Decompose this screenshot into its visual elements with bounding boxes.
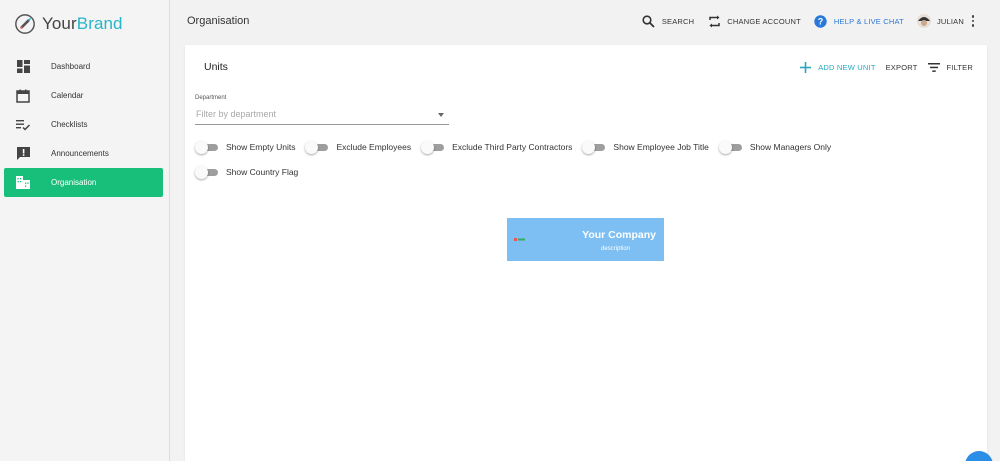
svg-text:?: ?: [818, 16, 824, 26]
add-new-unit-label: ADD NEW UNIT: [818, 62, 876, 72]
filter-button[interactable]: FILTER: [927, 61, 973, 73]
toggle-label: Show Employee Job Title: [613, 142, 709, 152]
change-account-button[interactable]: CHANGE ACCOUNT: [707, 14, 801, 28]
search-button[interactable]: SEARCH: [642, 14, 694, 28]
toggle-switch[interactable]: [195, 166, 218, 179]
filter-icon: [927, 61, 940, 73]
help-chat-button[interactable]: ? HELP & LIVE CHAT: [814, 14, 904, 28]
toggle-show-country-flag[interactable]: Show Country Flag: [195, 166, 299, 179]
dropdown-arrow-icon: [438, 113, 444, 117]
announcement-icon: [15, 146, 31, 162]
toggle-label: Show Empty Units: [226, 142, 296, 152]
toggle-switch[interactable]: [305, 141, 329, 154]
toggle-switch[interactable]: [195, 141, 218, 154]
toggle-label: Show Country Flag: [226, 167, 299, 177]
avatar: [916, 14, 931, 28]
sidebar-item-checklists[interactable]: Checklists: [4, 110, 163, 139]
toggle-label: Exclude Third Party Contractors: [452, 142, 573, 152]
export-label: EXPORT: [885, 62, 918, 72]
units-actions: ADD NEW UNIT EXPORT FILTER: [789, 61, 973, 73]
sidebar-item-label: Calendar: [51, 91, 84, 100]
page-title: Organisation: [187, 15, 250, 27]
brand-logo[interactable]: YourBrand: [0, 0, 169, 48]
company-name: Your Company: [582, 229, 656, 241]
department-placeholder: Filter by department: [196, 109, 277, 119]
units-title: Units: [204, 61, 228, 73]
brand-name-part1: Your: [42, 14, 77, 33]
company-description: description: [601, 246, 631, 252]
sidebar-item-label: Announcements: [51, 149, 109, 158]
toggle-show-empty-units[interactable]: Show Empty Units: [195, 141, 296, 154]
export-button[interactable]: EXPORT: [886, 63, 918, 72]
units-card: Units ADD NEW UNIT EXPORT FILTER Departm…: [185, 45, 987, 461]
sidebar-item-label: Dashboard: [51, 62, 91, 71]
building-icon: [15, 175, 31, 191]
toggle-label: Exclude Employees: [336, 142, 412, 152]
org-chart-node[interactable]: Your Company description: [507, 218, 664, 261]
toggle-switch[interactable]: [718, 141, 742, 154]
more-options-icon[interactable]: [970, 14, 976, 28]
toggle-switch[interactable]: [421, 141, 445, 154]
change-account-label: CHANGE ACCOUNT: [727, 16, 801, 26]
department-label: Department: [195, 95, 227, 101]
toggle-switch[interactable]: [582, 141, 606, 154]
brand-name: YourBrand: [42, 14, 123, 34]
dashboard-icon: [15, 59, 31, 75]
sidebar-item-label: Organisation: [51, 178, 97, 187]
sidebar-item-announcements[interactable]: Announcements: [4, 139, 163, 168]
checklist-icon: [15, 117, 31, 133]
toggle-row: Show Empty Units Exclude Employees Exclu…: [195, 139, 895, 155]
sidebar-item-dashboard[interactable]: Dashboard: [4, 52, 163, 81]
help-icon: ?: [814, 14, 828, 28]
toggle-row: Show Country Flag: [195, 164, 895, 180]
add-new-unit-button[interactable]: ADD NEW UNIT: [799, 61, 875, 73]
search-label: SEARCH: [661, 16, 695, 26]
sidebar-item-calendar[interactable]: Calendar: [4, 81, 163, 110]
search-icon: [642, 14, 656, 28]
sidebar: YourBrand Dashboard Calendar Checklists …: [0, 0, 170, 461]
toggle-exclude-employees[interactable]: Exclude Employees: [305, 141, 412, 154]
department-select[interactable]: Filter by department: [195, 105, 449, 125]
sidebar-nav: Dashboard Calendar Checklists Announceme…: [0, 52, 169, 197]
swap-icon: [707, 14, 721, 28]
toggle-show-managers-only[interactable]: Show Managers Only: [718, 141, 832, 154]
top-actions: SEARCH CHANGE ACCOUNT ? HELP & LIVE CHAT…: [629, 0, 976, 42]
sidebar-item-organisation[interactable]: Organisation: [4, 168, 163, 197]
company-logo-icon: [514, 237, 526, 242]
top-bar: Organisation SEARCH CHANGE ACCOUNT ? HEL…: [170, 0, 1000, 42]
help-chat-label: HELP & LIVE CHAT: [833, 16, 904, 26]
sidebar-item-label: Checklists: [51, 120, 88, 129]
plus-icon: [799, 61, 811, 73]
toggle-label: Show Managers Only: [749, 142, 832, 152]
toggle-options: Show Empty Units Exclude Employees Exclu…: [195, 139, 895, 189]
toggle-show-employee-job-title[interactable]: Show Employee Job Title: [582, 141, 709, 154]
filter-label: FILTER: [946, 62, 973, 72]
rocket-logo-icon: [15, 14, 35, 34]
calendar-icon: [15, 88, 31, 104]
toggle-exclude-third-party-contractors[interactable]: Exclude Third Party Contractors: [421, 141, 573, 154]
brand-name-part2: Brand: [76, 14, 123, 33]
user-name: JULIAN: [936, 16, 964, 26]
user-menu-button[interactable]: JULIAN: [916, 14, 964, 28]
